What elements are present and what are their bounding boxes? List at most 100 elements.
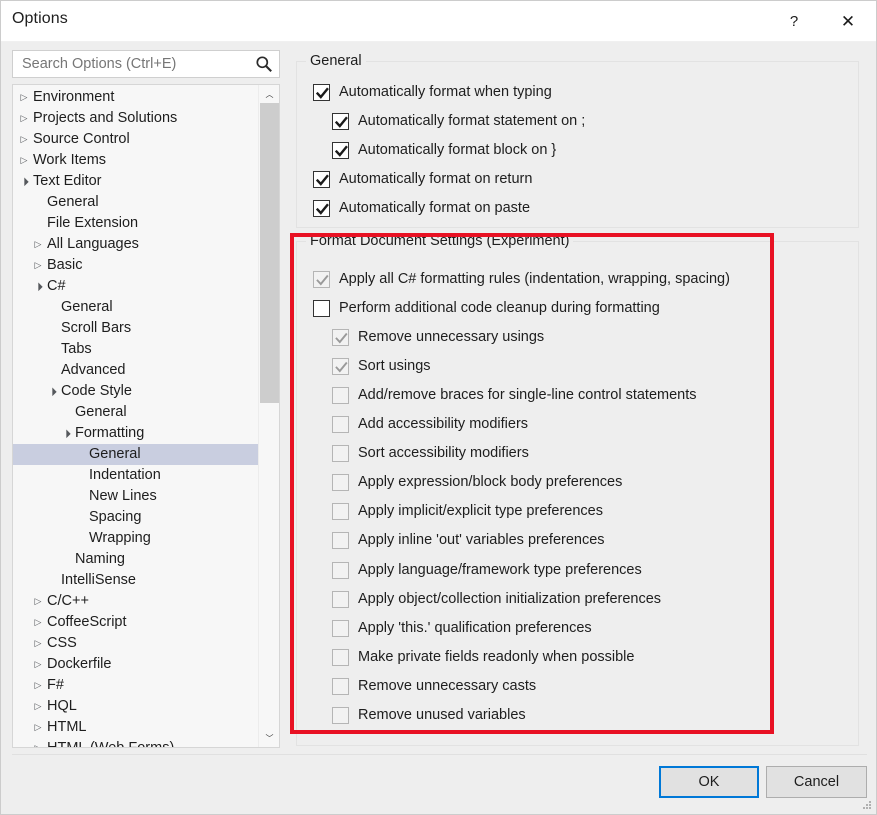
sidebar-item-hql[interactable]: ▷ HQL (13, 696, 258, 717)
sidebar-item-label: Basic (47, 257, 83, 273)
sidebar-item-label: Naming (75, 551, 125, 567)
sidebar-item-html-web-forms[interactable]: ▷ HTML (Web Forms) (13, 738, 258, 747)
sidebar-item-scroll-bars[interactable]: Scroll Bars (13, 318, 258, 339)
checkbox-make-private-fields-readonly-when-possible: Make private fields readonly when possib… (332, 645, 634, 669)
chevron-right-icon[interactable]: ▷ (32, 738, 44, 747)
sidebar-item-wrapping[interactable]: Wrapping (13, 528, 258, 549)
chevron-right-icon[interactable]: ▷ (32, 675, 44, 696)
sidebar-item-coffeescript[interactable]: ▷ CoffeeScript (13, 612, 258, 633)
sidebar-item-text-editor[interactable]: ◢ Text Editor (13, 171, 258, 192)
sidebar-item-label: All Languages (47, 236, 139, 252)
checkmark-icon[interactable] (313, 170, 330, 188)
sidebar-item-naming[interactable]: Naming (13, 549, 258, 570)
search-box[interactable] (12, 50, 280, 78)
sidebar-item-intellisense[interactable]: IntelliSense (13, 570, 258, 591)
checkbox-empty-icon (332, 416, 349, 433)
sidebar-item-advanced[interactable]: Advanced (13, 360, 258, 381)
sidebar-item-spacing[interactable]: Spacing (13, 507, 258, 528)
checkbox-label: Make private fields readonly when possib… (358, 648, 635, 665)
chevron-right-icon[interactable]: ▷ (18, 129, 30, 150)
sidebar-item-label: HTML (47, 719, 87, 735)
chevron-right-icon[interactable]: ▷ (18, 150, 30, 171)
sidebar-item-c[interactable]: ◢ C# (13, 276, 258, 297)
search-input[interactable] (20, 51, 248, 77)
checkbox-empty-icon (332, 590, 349, 608)
sidebar-item-c-c[interactable]: ▷ C/C++ (13, 591, 258, 612)
scrollbar-thumb[interactable] (260, 103, 279, 403)
checkbox-label: Automatically format when typing (339, 83, 552, 100)
sidebar-item-basic[interactable]: ▷ Basic (13, 255, 258, 276)
sidebar-item-f[interactable]: ▷ F# (13, 675, 258, 696)
chevron-right-icon[interactable]: ▷ (32, 255, 44, 276)
sidebar-item-dockerfile[interactable]: ▷ Dockerfile (13, 654, 258, 675)
sidebar-item-all-languages[interactable]: ▷ All Languages (13, 234, 258, 255)
checkbox-automatically-format-when-typing[interactable]: Automatically format when typing (313, 80, 552, 104)
sidebar-item-label: IntelliSense (61, 572, 136, 588)
chevron-right-icon[interactable]: ▷ (18, 108, 30, 129)
checkbox-perform-additional-code-cleanup-during-formattin[interactable]: Perform additional code cleanup during f… (313, 296, 660, 320)
sidebar-item-code-style[interactable]: ◢ Code Style (13, 381, 258, 402)
chevron-right-icon[interactable]: ▷ (32, 234, 44, 255)
checkbox-remove-unnecessary-usings: Remove unnecessary usings (332, 325, 544, 349)
sidebar-item-label: F# (47, 677, 64, 693)
sidebar-item-indentation[interactable]: Indentation (13, 465, 258, 486)
resize-grip[interactable] (861, 799, 873, 811)
checkbox-automatically-format-on-return[interactable]: Automatically format on return (313, 167, 532, 191)
sidebar-item-label: CSS (47, 635, 77, 651)
checkbox-label: Remove unused variables (358, 707, 526, 723)
sidebar-item-html[interactable]: ▷ HTML (13, 717, 258, 738)
checkmark-icon[interactable] (313, 199, 330, 217)
sidebar-item-new-lines[interactable]: New Lines (13, 486, 258, 507)
scroll-down-icon[interactable]: ﹀ (259, 729, 279, 747)
chevron-right-icon[interactable]: ▷ (32, 591, 44, 612)
chevron-right-icon[interactable]: ▷ (18, 87, 30, 108)
sidebar-item-general[interactable]: General (13, 297, 258, 318)
scroll-up-icon[interactable]: ︿ (259, 85, 279, 103)
checkbox-empty-icon (332, 474, 349, 492)
checkbox-empty-icon[interactable] (313, 299, 330, 317)
chevron-right-icon[interactable]: ▷ (32, 633, 44, 654)
chevron-right-icon[interactable]: ▷ (32, 717, 44, 738)
chevron-right-icon[interactable]: ▷ (32, 696, 44, 717)
checkmark-icon (313, 270, 330, 288)
sidebar-item-label: Work Items (33, 152, 107, 168)
checkmark-icon[interactable] (313, 83, 330, 101)
tree-scrollbar[interactable]: ︿ ﹀ (258, 85, 279, 747)
sidebar-item-general[interactable]: General (13, 192, 258, 213)
checkbox-empty-icon (332, 677, 349, 695)
sidebar-item-projects-and-solutions[interactable]: ▷ Projects and Solutions (13, 108, 258, 129)
sidebar-item-environment[interactable]: ▷ Environment (13, 87, 258, 108)
checkbox-sort-accessibility-modifiers: Sort accessibility modifiers (332, 442, 529, 466)
help-icon[interactable]: ? (771, 1, 817, 42)
sidebar-item-tabs[interactable]: Tabs (13, 339, 258, 360)
sidebar-item-work-items[interactable]: ▷ Work Items (13, 150, 258, 171)
checkmark-icon (332, 328, 349, 346)
sidebar-item-css[interactable]: ▷ CSS (13, 633, 258, 654)
ok-button[interactable]: OK (659, 766, 759, 798)
checkbox-automatically-format-statement-on[interactable]: Automatically format statement on ; (332, 109, 585, 133)
sidebar-item-label: HQL (47, 698, 77, 714)
sidebar-item-label: Environment (33, 89, 115, 105)
sidebar-item-source-control[interactable]: ▷ Source Control (13, 129, 258, 150)
checkmark-icon[interactable] (332, 112, 349, 130)
checkbox-empty-icon (332, 561, 349, 579)
options-dialog: Options ? ✕ ▷Environment▷Projects and So… (0, 0, 877, 815)
checkmark-icon[interactable] (332, 141, 349, 159)
checkbox-apply-inline-out-variables-preferences: Apply inline 'out' variables preferences (332, 529, 605, 553)
general-group: General Automatically format when typing… (296, 53, 859, 228)
sidebar-item-formatting[interactable]: ◢ Formatting (13, 423, 258, 444)
checkbox-label: Apply expression/block body preferences (358, 474, 623, 491)
cancel-button[interactable]: Cancel (766, 766, 867, 798)
sidebar-item-general[interactable]: General (13, 402, 258, 423)
sidebar-item-general[interactable]: General (13, 444, 258, 465)
sidebar-item-file-extension[interactable]: File Extension (13, 213, 258, 234)
chevron-right-icon[interactable]: ▷ (32, 654, 44, 675)
checkbox-label: Sort usings (358, 357, 431, 374)
checkbox-automatically-format-block-on[interactable]: Automatically format block on } (332, 138, 556, 162)
checkbox-automatically-format-on-paste[interactable]: Automatically format on paste (313, 196, 530, 220)
checkbox-label: Add accessibility modifiers (358, 416, 529, 432)
options-tree[interactable]: ▷ Environment ▷ Projects and Solutions ▷ Sour… (12, 84, 280, 748)
close-icon[interactable]: ✕ (825, 1, 871, 42)
checkbox-label: Automatically format on paste (339, 199, 531, 216)
chevron-right-icon[interactable]: ▷ (32, 612, 44, 633)
